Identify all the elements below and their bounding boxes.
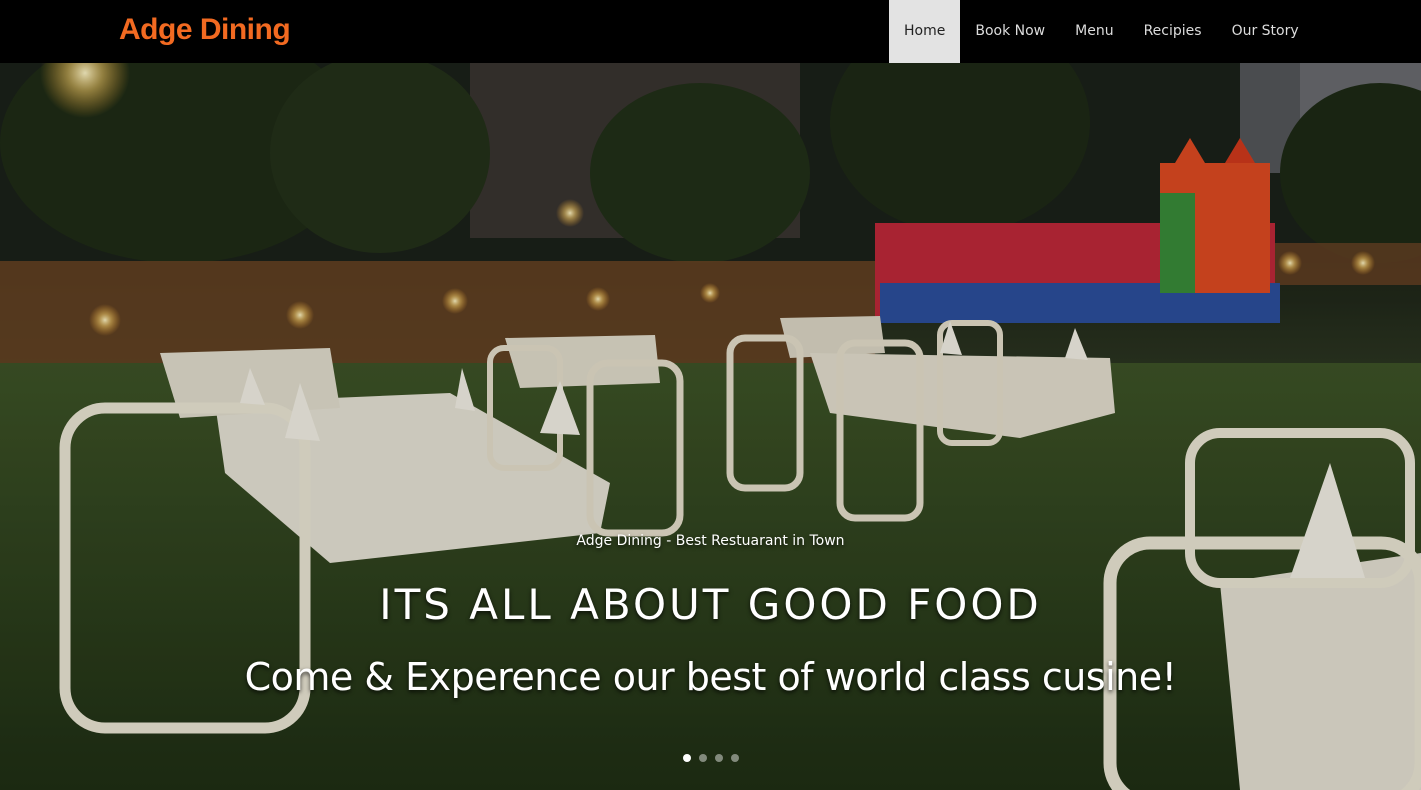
carousel-dot-3[interactable] <box>714 754 723 762</box>
nav-menu: Home Book Now Menu Recipies Our Story <box>889 0 1314 63</box>
carousel-dot-4[interactable] <box>730 754 739 762</box>
brand-logo[interactable]: Adge Dining <box>119 13 291 47</box>
nav-item-our-story[interactable]: Our Story <box>1217 0 1314 63</box>
hero-subheadline: Come & Experence our best of world class… <box>244 655 1177 699</box>
top-navbar: Adge Dining Home Book Now Menu Recipies … <box>0 0 1421 63</box>
carousel-dot-2[interactable] <box>698 754 707 762</box>
hero-kicker: Adge Dining - Best Restuarant in Town <box>576 533 845 549</box>
hero-headline: ITS ALL ABOUT GOOD FOOD <box>379 580 1042 629</box>
carousel-indicators <box>0 754 1421 762</box>
nav-item-home[interactable]: Home <box>889 0 961 63</box>
nav-item-book-now[interactable]: Book Now <box>960 0 1060 63</box>
carousel-dot-1[interactable] <box>682 754 691 762</box>
nav-item-menu[interactable]: Menu <box>1060 0 1128 63</box>
nav-item-recipies[interactable]: Recipies <box>1129 0 1217 63</box>
hero-carousel: Adge Dining - Best Restuarant in Town IT… <box>0 63 1421 790</box>
